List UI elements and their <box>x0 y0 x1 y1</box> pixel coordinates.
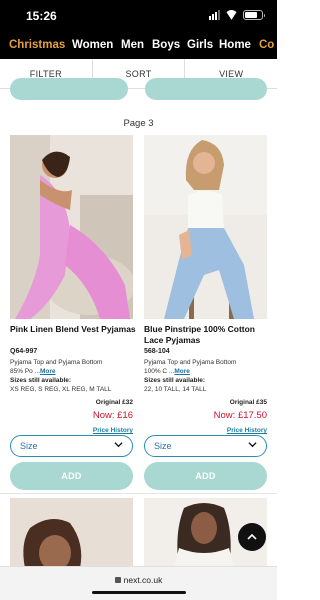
product-image[interactable] <box>144 135 267 319</box>
previous-add-button[interactable] <box>10 78 128 100</box>
product-description: Pyjama Top and Pyjama Bottom 100% C ...M… <box>144 359 269 376</box>
size-select[interactable]: Size <box>144 435 267 457</box>
add-button[interactable]: ADD <box>10 462 133 490</box>
sizes-label: Sizes still available: <box>10 377 72 384</box>
url-text: next.co.uk <box>0 575 277 585</box>
sizes-label: Sizes still available: <box>144 377 206 384</box>
home-indicator <box>92 591 186 594</box>
product-title[interactable]: Blue Pinstripe 100% Cotton Lace Pyjamas <box>144 324 274 346</box>
page-label: Page 3 <box>123 118 154 129</box>
status-bar: 15:26 <box>0 0 277 32</box>
description-line: Pyjama Top and Pyjama Bottom <box>144 359 237 366</box>
category-nav: Christmas Women Men Boys Girls Home Co <box>0 32 277 59</box>
nav-item-home[interactable]: Home <box>219 39 251 51</box>
size-select-label: Size <box>154 441 172 451</box>
price-history-link[interactable]: Price History <box>93 427 133 434</box>
product-title[interactable]: Pink Linen Blend Vest Pyjamas <box>10 324 140 335</box>
product-description: Pyjama Top and Pyjama Bottom 85% Po ...M… <box>10 359 135 376</box>
add-button[interactable]: ADD <box>144 462 267 490</box>
chevron-down-icon <box>248 442 257 448</box>
chevron-up-icon <box>247 533 257 540</box>
price-history-link[interactable]: Price History <box>227 427 267 434</box>
lock-icon <box>114 577 121 583</box>
sizes-list: 22, 10 TALL, 14 TALL <box>144 386 207 393</box>
url-value: next.co.uk <box>123 575 163 585</box>
nav-item-more[interactable]: Co <box>259 39 274 51</box>
signal-icon <box>209 10 220 20</box>
size-select-label: Size <box>20 441 38 451</box>
description-line: 100% C ... <box>144 367 175 375</box>
nav-item-girls[interactable]: Girls <box>187 39 213 51</box>
nav-item-men[interactable]: Men <box>121 39 144 51</box>
browser-url-bar[interactable]: next.co.uk <box>0 566 277 600</box>
more-link[interactable]: More <box>40 368 56 375</box>
row-divider <box>0 493 277 494</box>
description-line: Pyjama Top and Pyjama Bottom <box>10 359 103 366</box>
status-icons <box>209 10 265 20</box>
current-price: Now: £17.50 <box>213 410 267 421</box>
status-time: 15:26 <box>26 9 57 23</box>
product-image[interactable] <box>10 135 133 319</box>
previous-add-button[interactable] <box>145 78 267 100</box>
product-code: Q64-997 <box>10 348 38 355</box>
wifi-icon <box>225 10 238 20</box>
original-price: Original £32 <box>95 399 133 406</box>
nav-item-women[interactable]: Women <box>72 39 113 51</box>
description-line: 85% Po ... <box>10 367 40 375</box>
current-price: Now: £16 <box>92 410 133 421</box>
sizes-list: XS REG, S REG, XL REG, M TALL <box>10 386 112 393</box>
battery-icon <box>243 10 265 20</box>
nav-item-boys[interactable]: Boys <box>152 39 180 51</box>
chevron-down-icon <box>114 442 123 448</box>
scroll-to-top-button[interactable] <box>238 523 266 551</box>
size-select[interactable]: Size <box>10 435 133 457</box>
more-link[interactable]: More <box>174 368 190 375</box>
nav-item-christmas[interactable]: Christmas <box>9 39 65 51</box>
product-image[interactable] <box>10 498 133 568</box>
original-price: Original £35 <box>229 399 267 406</box>
product-code: 568-104 <box>144 348 170 355</box>
